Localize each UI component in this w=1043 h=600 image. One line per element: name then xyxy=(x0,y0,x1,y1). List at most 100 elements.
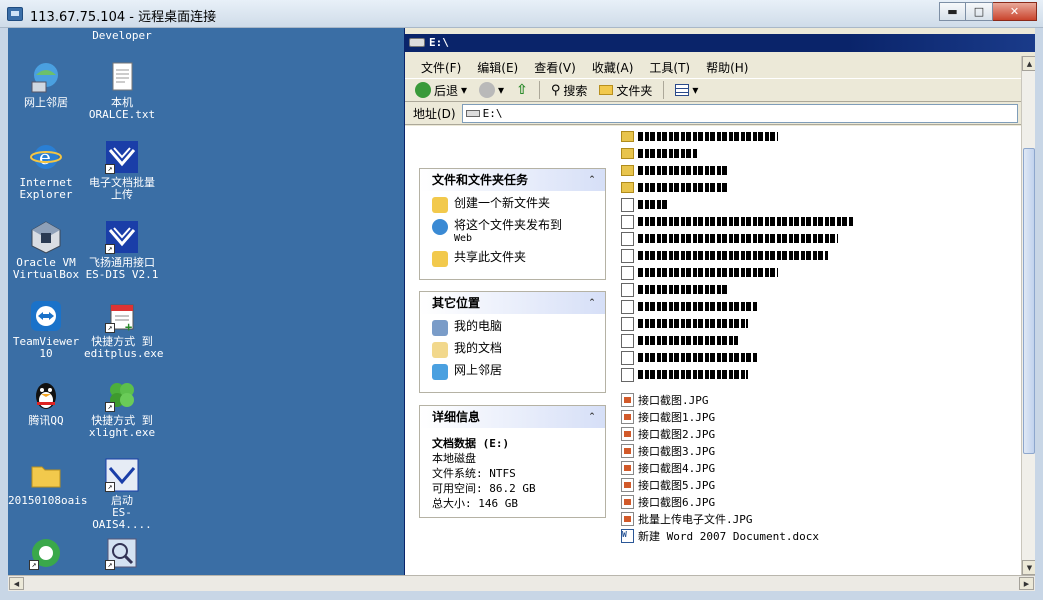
menu-view[interactable]: 查看(V) xyxy=(526,56,584,76)
list-item[interactable] xyxy=(621,315,748,332)
maximize-button[interactable]: □ xyxy=(966,2,993,21)
desktop-icon-es-dis[interactable]: ↗ 飞扬通用接口 ES-DIS V2.1 xyxy=(84,220,160,281)
file-icon xyxy=(621,316,634,331)
collapse-chevron-icon[interactable]: ⌃ xyxy=(585,173,599,187)
list-item[interactable] xyxy=(621,264,778,281)
menu-file[interactable]: 文件(F) xyxy=(413,56,469,76)
file-row-screenshot-1[interactable]: 接口截图1.JPG xyxy=(621,408,715,425)
forward-button[interactable]: ▾ xyxy=(475,81,508,99)
explorer-content: 文件和文件夹任务 ⌃ 创建一个新文件夹 将这个文件夹发布到 Web 共享此文件夹… xyxy=(405,126,1021,575)
drive-total-size: 总大小: 146 GB xyxy=(432,497,518,510)
desktop-icon-partial-2[interactable]: ↗ xyxy=(84,536,160,573)
file-row-screenshot-4[interactable]: 接口截图4.JPG xyxy=(621,459,715,476)
file-row-screenshot-5[interactable]: 接口截图5.JPG xyxy=(621,476,715,493)
vertical-scrollbar[interactable]: ▲ ▼ xyxy=(1021,56,1035,575)
folder-icon xyxy=(621,131,634,142)
horizontal-scrollbar[interactable]: ◀ ▶ xyxy=(8,575,1035,591)
explorer-window: E:\ 文件(F) 编辑(E) 查看(V) 收藏(A) 工具(T) 帮助(H) … xyxy=(404,28,1035,575)
desktop-icon-editplus[interactable]: + ↗ 快捷方式 到 editplus.exe xyxy=(84,299,163,360)
list-item[interactable] xyxy=(621,128,778,145)
desktop-icon-label: Internet Explorer xyxy=(19,176,73,201)
list-item[interactable] xyxy=(621,349,758,366)
file-row-screenshot[interactable]: 接口截图.JPG xyxy=(621,391,709,408)
list-item[interactable] xyxy=(621,213,853,230)
list-item[interactable] xyxy=(621,196,668,213)
desktop-icon-oralce-txt[interactable]: 本机 ORALCE.txt xyxy=(84,60,160,121)
scroll-thumb[interactable] xyxy=(1023,148,1035,454)
desktop-icon-virtualbox[interactable]: Oracle VM VirtualBox xyxy=(8,220,84,281)
desktop-icon-label: Oracle VM VirtualBox xyxy=(12,256,80,281)
computer-icon xyxy=(432,320,448,336)
list-item[interactable] xyxy=(621,179,728,196)
place-my-documents[interactable]: 我的文档 xyxy=(432,342,605,358)
text-file-icon xyxy=(105,60,139,94)
scroll-left-button[interactable]: ◀ xyxy=(9,577,24,590)
collapse-chevron-icon[interactable]: ⌃ xyxy=(585,296,599,310)
desktop-icon-internet-explorer[interactable]: e Internet Explorer xyxy=(8,140,84,201)
address-input[interactable]: E:\ xyxy=(461,104,1018,123)
collapse-chevron-icon[interactable]: ⌃ xyxy=(585,410,599,424)
task-publish-web[interactable]: 将这个文件夹发布到 Web xyxy=(432,219,605,245)
desktop-icon-batch-upload[interactable]: ↗ 电子文档批量 上传 xyxy=(84,140,160,201)
file-row-screenshot-2[interactable]: 接口截图2.JPG xyxy=(621,425,715,442)
folders-button[interactable]: 文件夹 xyxy=(595,81,656,100)
list-item[interactable] xyxy=(621,366,748,383)
task-share-folder[interactable]: 共享此文件夹 xyxy=(432,251,605,267)
menu-edit[interactable]: 编辑(E) xyxy=(469,56,526,76)
file-row-screenshot-6[interactable]: 接口截图6.JPG xyxy=(621,493,715,510)
new-folder-icon xyxy=(432,197,448,213)
panel-header[interactable]: 其它位置 ⌃ xyxy=(419,291,606,314)
file-row-batch-upload[interactable]: 批量上传电子文件.JPG xyxy=(621,510,753,527)
shortcut-arrow-icon: ↗ xyxy=(105,164,115,174)
dropdown-arrow-icon: ▾ xyxy=(461,83,468,97)
list-item[interactable] xyxy=(621,230,838,247)
menu-help[interactable]: 帮助(H) xyxy=(698,56,756,76)
desktop-icon-folder-20150108[interactable]: 20150108oais xyxy=(8,458,87,507)
desktop-icon-teamviewer[interactable]: TeamViewer 10 xyxy=(8,299,84,360)
rdp-titlebar[interactable]: 113.67.75.104 - 远程桌面连接 ▬ □ ✕ xyxy=(0,0,1043,28)
views-button[interactable]: ▾ xyxy=(671,82,702,98)
panel-header[interactable]: 文件和文件夹任务 ⌃ xyxy=(419,168,606,191)
window-title: 113.67.75.104 - 远程桌面连接 xyxy=(30,10,217,25)
list-item[interactable] xyxy=(621,298,758,315)
word-file-icon xyxy=(621,528,634,543)
list-item[interactable] xyxy=(621,281,728,298)
desktop-icon-qq[interactable]: 腾讯QQ xyxy=(8,378,84,427)
file-row-word-doc[interactable]: 新建 Word 2007 Document.docx xyxy=(621,527,819,544)
minimize-button[interactable]: ▬ xyxy=(939,2,966,21)
svg-text:e: e xyxy=(39,145,51,169)
desktop-icon-developer[interactable]: Developer xyxy=(84,30,160,42)
back-button[interactable]: 后退 ▾ xyxy=(411,81,471,100)
panel-file-tasks: 文件和文件夹任务 ⌃ 创建一个新文件夹 将这个文件夹发布到 Web 共享此文件夹 xyxy=(419,168,606,280)
back-label: 后退 xyxy=(434,83,459,98)
task-new-folder[interactable]: 创建一个新文件夹 xyxy=(432,197,605,213)
scroll-up-button[interactable]: ▲ xyxy=(1022,56,1035,71)
list-item[interactable] xyxy=(621,145,698,162)
panel-body: 文档数据 (E:) 本地磁盘 文件系统: NTFS 可用空间: 86.2 GB … xyxy=(419,428,606,518)
shortcut-arrow-icon: ↗ xyxy=(105,244,115,254)
up-button[interactable]: ⇧ xyxy=(512,81,532,99)
place-my-computer[interactable]: 我的电脑 xyxy=(432,320,605,336)
desktop-icon-network-places[interactable]: 网上邻居 xyxy=(8,60,84,109)
scroll-right-button[interactable]: ▶ xyxy=(1019,577,1034,590)
menu-favorites[interactable]: 收藏(A) xyxy=(584,56,642,76)
desktop-icon-es-oais[interactable]: ↗ 启动 ES-OAIS4.... xyxy=(84,458,160,531)
scroll-down-button[interactable]: ▼ xyxy=(1022,560,1035,575)
search-icon: ⚲ xyxy=(550,82,561,98)
desktop-icon-label: 电子文档批量 上传 xyxy=(89,176,155,201)
explorer-titlebar[interactable]: E:\ xyxy=(405,34,1035,52)
dropdown-arrow-icon: ▾ xyxy=(692,83,699,97)
desktop-icon-partial-1[interactable]: ↗ xyxy=(8,536,84,573)
close-button[interactable]: ✕ xyxy=(993,2,1037,21)
list-item[interactable] xyxy=(621,247,828,264)
panel-header[interactable]: 详细信息 ⌃ xyxy=(419,405,606,428)
file-icon xyxy=(621,350,634,365)
place-network[interactable]: 网上邻居 xyxy=(432,364,605,380)
file-name: 接口截图3.JPG xyxy=(638,444,716,458)
list-item[interactable] xyxy=(621,162,728,179)
file-row-screenshot-3[interactable]: 接口截图3.JPG xyxy=(621,442,715,459)
search-button[interactable]: ⚲ 搜索 xyxy=(547,81,592,100)
list-item[interactable] xyxy=(621,332,738,349)
desktop-icon-xlight[interactable]: ↗ 快捷方式 到 xlight.exe xyxy=(84,378,160,439)
menu-tools[interactable]: 工具(T) xyxy=(641,56,698,76)
